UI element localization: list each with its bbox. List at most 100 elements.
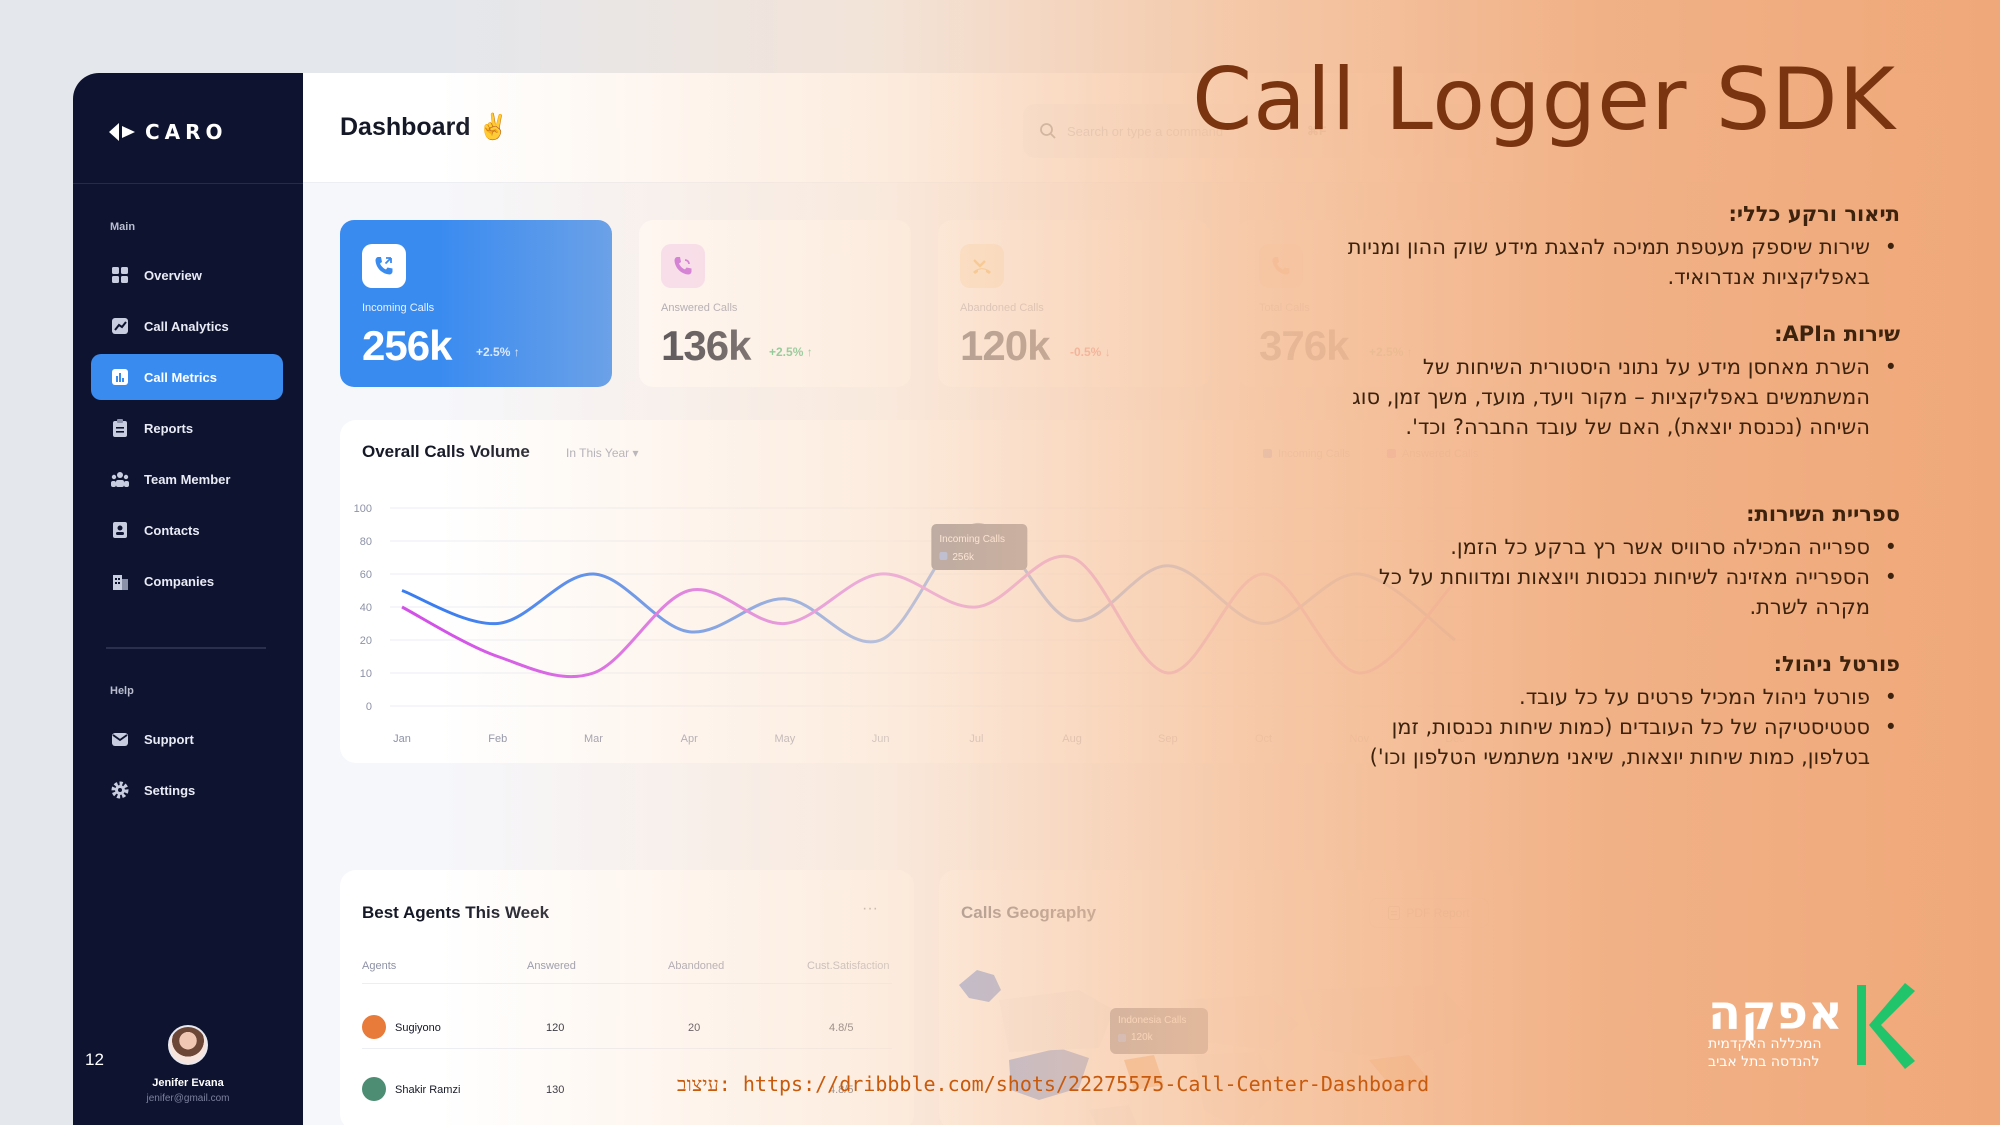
grid-icon (112, 267, 128, 283)
sidebar-item-companies[interactable]: Companies (91, 558, 283, 604)
x-tick-label: Aug (1062, 733, 1082, 745)
sidebar-item-label: Support (144, 731, 194, 747)
agent-name: Shakir Ramzi (395, 1084, 461, 1096)
x-tick-label: Jan (393, 733, 411, 745)
geo-tooltip-title: Indonesia Calls (1118, 1015, 1187, 1026)
stat-card-answered[interactable]: Answered Calls 136k +2.5% ↑ (639, 220, 911, 387)
sidebar-item-label: Companies (144, 573, 215, 589)
stat-card-incoming[interactable]: Incoming Calls 256k +2.5% ↑ (340, 220, 612, 387)
sidebar-section-main: Main (110, 221, 136, 233)
x-tick-label: Apr (681, 733, 698, 745)
x-tick-label: Jul (969, 733, 983, 745)
mail-icon (112, 733, 128, 746)
sidebar-divider (73, 183, 303, 184)
gear-icon (111, 781, 129, 799)
sidebar-item-label: Overview (144, 267, 202, 283)
table-divider (362, 1048, 892, 1049)
phone-missed-icon (960, 244, 1004, 288)
bullet-item: סטטיסטיקה של כל העובדים (כמות שיחות נכנס… (1320, 712, 1900, 772)
chart-tooltip-value: 256k (952, 552, 975, 563)
x-tick-label: Sep (1158, 733, 1178, 745)
answered-value: 120 (546, 1022, 565, 1034)
x-tick-label: Feb (488, 733, 507, 745)
map-region-asia (1299, 985, 1479, 1060)
agent-avatar (362, 1077, 386, 1101)
bullet-item: שירות שיספק מעטפת תמיכה להצגת מידע שוק ה… (1320, 232, 1900, 292)
sidebar-item-team-member[interactable]: Team Member (91, 456, 283, 502)
sidebar-item-settings[interactable]: Settings (91, 767, 283, 813)
card-label: Total Calls (1259, 302, 1310, 314)
analytics-icon (112, 318, 128, 334)
sidebar-item-label: Contacts (144, 522, 200, 538)
legend-label: Incoming Calls (1278, 448, 1351, 460)
app-logo-text: CARO (145, 120, 228, 144)
sidebar-item-call-metrics[interactable]: Call Metrics (91, 354, 283, 400)
series-line-incoming (401, 522, 1456, 644)
legend-swatch (1118, 1033, 1126, 1042)
map-region-canada (999, 990, 1114, 1052)
sidebar-item-reports[interactable]: Reports (91, 405, 283, 451)
sidebar-divider (106, 647, 266, 649)
phone-answered-icon (661, 244, 705, 288)
profile-email: jenifer@gmail.com (146, 1093, 230, 1104)
calls-geography-title: Calls Geography (961, 903, 1097, 922)
geo-tooltip: Indonesia Calls 120k (1110, 1008, 1208, 1054)
legend-swatch (1387, 449, 1396, 458)
x-tick-label: Mar (584, 733, 603, 745)
clipboard-icon (113, 419, 127, 437)
sidebar-item-call-analytics[interactable]: Call Analytics (91, 303, 283, 349)
sidebar-item-label: Team Member (144, 471, 231, 487)
sidebar-item-contacts[interactable]: Contacts (91, 507, 283, 553)
legend-label: Answered Calls (1402, 448, 1479, 460)
team-icon (111, 472, 129, 487)
section-heading: ספריית השירות: (1746, 502, 1900, 526)
chart-tooltip (931, 524, 1028, 570)
bullet-item: פורטל ניהול המכיל פרטים על כל עובד. (1320, 682, 1900, 712)
section-management-portal: פורטל ניהול: פורטל ניהול המכיל פרטים על … (1320, 652, 1900, 772)
geo-tooltip-value: 120k (1131, 1032, 1153, 1043)
sidebar-item-label: Call Metrics (144, 369, 217, 385)
satisfaction-value: 4.8/5 (829, 1022, 854, 1034)
page-number: 12 (85, 1050, 104, 1069)
page-title: Dashboard ✌ (340, 113, 509, 141)
section-heading: תיאור ורקע כללי: (1728, 202, 1900, 226)
caro-logo-icon (109, 123, 135, 141)
y-tick-label: 80 (360, 536, 372, 548)
y-tick-label: 40 (360, 602, 372, 614)
sidebar-item-support[interactable]: Support (91, 716, 283, 762)
sidebar-item-overview[interactable]: Overview (91, 252, 283, 298)
card-label: Incoming Calls (362, 302, 435, 314)
column-header: Cust.Satisfaction (807, 960, 890, 972)
app-logo[interactable]: CARO (109, 120, 228, 144)
sidebar-section-help: Help (110, 685, 134, 697)
card-delta: +2.5% ↑ (769, 345, 813, 359)
afeka-k-icon (1857, 983, 1915, 1069)
card-value: 256k (362, 322, 452, 369)
sidebar-item-label: Call Analytics (144, 318, 229, 334)
phone-incoming-icon (362, 244, 406, 288)
y-tick-label: 0 (366, 701, 372, 713)
agent-name: Sugiyono (395, 1022, 441, 1034)
section-service-library: ספריית השירות: ספרייה המכילה סרוויס אשר … (1320, 502, 1900, 622)
profile-name: Jenifer Evana (152, 1077, 224, 1089)
section-overview: תיאור ורקע כללי: שירות שיספק מעטפת תמיכה… (1320, 202, 1900, 292)
section-heading: שירות הAPI: (1774, 322, 1900, 346)
card-value: 120k (960, 322, 1050, 369)
victory-hand-icon: ✌ (477, 113, 509, 141)
legend-swatch (939, 552, 948, 560)
agent-avatar (362, 1015, 386, 1039)
card-label: Answered Calls (661, 302, 738, 314)
user-profile[interactable]: Jenifer Evana jenifer@gmail.com (73, 1025, 303, 1104)
document-icon (1388, 906, 1401, 920)
more-options-button[interactable]: ··· (862, 900, 878, 918)
afeka-logo-line2: להנדסה בתל אביב (1708, 1054, 1820, 1070)
column-header: Answered (527, 960, 576, 972)
stat-card-abandoned[interactable]: Abandoned Calls 120k -0.5% ↓ (938, 220, 1210, 387)
bullet-item: ספרייה המכילה סרוויס אשר רץ ברקע כל הזמן… (1320, 532, 1900, 562)
afeka-logo: אפקה המכללה האקדמית להנדסה בתל אביב (1700, 975, 1920, 1075)
y-tick-label: 100 (354, 503, 372, 515)
pdf-report-button[interactable]: PDF Report (1369, 898, 1489, 928)
column-header: Agents (362, 960, 397, 972)
sidebar: CARO Main Overview Call Analytics Call M… (73, 73, 303, 1125)
card-value: 136k (661, 322, 751, 369)
